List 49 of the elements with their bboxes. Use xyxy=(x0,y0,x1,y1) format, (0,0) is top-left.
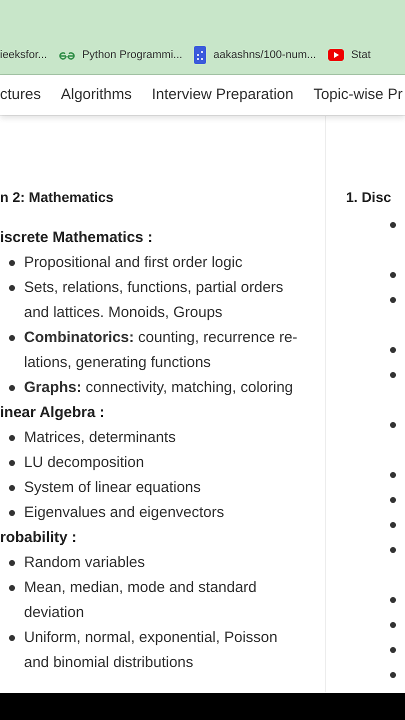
play-icon xyxy=(328,49,344,61)
nav-link[interactable]: ctures xyxy=(0,84,41,106)
bullet-icon xyxy=(9,635,15,641)
bullet-icon xyxy=(390,622,396,628)
bullet-icon xyxy=(9,335,15,341)
bullet-icon xyxy=(9,510,15,516)
column-heading: 1. Disc xyxy=(346,188,392,207)
topic-heading: inear Algebra : xyxy=(0,403,106,423)
list-item-text: Matrices, determinants xyxy=(24,428,176,448)
bullet-icon xyxy=(9,460,15,466)
nav-link[interactable]: Topic-wise Pr xyxy=(313,84,403,106)
bullet-icon xyxy=(390,372,396,378)
bullet-icon xyxy=(9,385,15,391)
list-item-text: Propositional and first order logic xyxy=(24,253,242,273)
list-item-text: LU decomposition xyxy=(24,453,144,473)
bullet-icon xyxy=(9,285,15,291)
bullet-icon xyxy=(390,546,396,552)
document-icon xyxy=(194,46,206,64)
list-item-text: Graphs: connectivity, matching, coloring xyxy=(24,378,294,398)
bullet-icon xyxy=(390,222,396,228)
bullet-icon xyxy=(390,346,396,352)
nav-link[interactable]: Algorithms xyxy=(60,84,132,106)
topic-heading: iscrete Mathematics : xyxy=(0,228,154,248)
bookmark-link[interactable]: aakashns/100-num... xyxy=(213,46,316,64)
bullet-icon xyxy=(390,646,396,652)
list-item-text: Uniform, normal, exponential, Poisson and binomial distributions xyxy=(24,628,278,673)
bullet-icon xyxy=(9,560,15,566)
section-title: n 2: Mathematics xyxy=(0,188,115,207)
bullet-icon xyxy=(390,496,396,502)
bookmark-link[interactable]: ieeksfor... xyxy=(0,46,48,64)
bullet-icon xyxy=(390,596,396,602)
bookmark-link[interactable]: Stat xyxy=(351,46,371,64)
bullet-icon xyxy=(390,272,396,278)
bullet-icon xyxy=(9,435,15,441)
bullet-icon xyxy=(390,422,396,428)
bullet-icon xyxy=(9,585,15,591)
bullet-icon xyxy=(390,472,396,478)
bullet-icon xyxy=(390,296,396,302)
bullet-icon xyxy=(390,672,396,678)
bullet-icon xyxy=(9,260,15,266)
nav-link[interactable]: Interview Preparation xyxy=(152,84,294,106)
topic-heading: robability : xyxy=(0,528,78,548)
bullet-icon xyxy=(390,522,396,528)
list-item-text: Eigenvalues and eigenvectors xyxy=(24,503,224,523)
bookmark-link[interactable]: Python Programmi... xyxy=(82,46,182,64)
list-item-text: Mean, median, mode and standard deviation xyxy=(24,578,257,623)
list-item-text: System of linear equations xyxy=(24,478,201,498)
list-item-text: Random variables xyxy=(24,553,145,573)
bullet-icon xyxy=(9,485,15,491)
